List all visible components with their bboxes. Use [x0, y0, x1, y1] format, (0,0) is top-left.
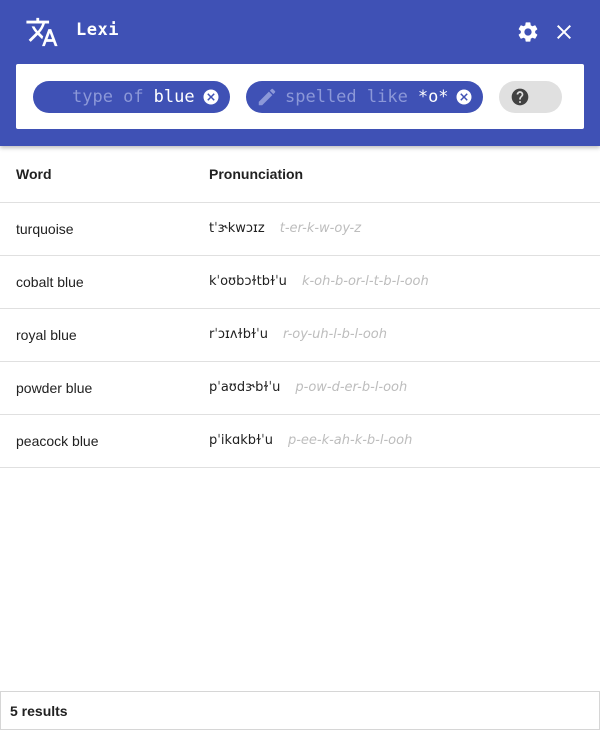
pronunciation-cell: tˈɝkwɔɪz t-er-k-w-oy-z [209, 221, 361, 236]
lexi-app: Lexi type of blue spelled like *o* Word … [0, 0, 600, 730]
word-cell: cobalt blue [16, 274, 84, 290]
results-table-body: turquoise tˈɝkwɔɪz t-er-k-w-oy-z cobalt … [0, 203, 600, 468]
word-cell: royal blue [16, 327, 77, 343]
ipa-text: pˈikɑkbɫˈu [209, 433, 273, 448]
ipa-text: tˈɝkwɔɪz [209, 221, 265, 236]
gear-icon [518, 22, 538, 42]
respelling-text: t-er-k-w-oy-z [279, 221, 362, 236]
table-row[interactable]: royal blue rˈɔɪʌɫbɫˈu r-oy-uh-l-b-l-ooh [0, 309, 600, 362]
type-of-filter-chip[interactable]: type of blue [33, 81, 230, 113]
settings-button[interactable] [516, 20, 540, 44]
chip-value[interactable]: blue [154, 87, 195, 107]
spelled-like-filter-chip[interactable]: spelled like *o* [246, 81, 483, 113]
search-bar: type of blue spelled like *o* [16, 64, 584, 129]
word-cell: powder blue [16, 380, 93, 396]
word-cell: turquoise [16, 221, 74, 237]
clear-circle-icon[interactable] [202, 88, 220, 106]
pencil-icon [256, 86, 278, 108]
result-count: 5 results [10, 703, 68, 719]
pronunciation-cell: pˈikɑkbɫˈu p-ee-k-ah-k-b-l-ooh [209, 433, 412, 448]
app-title: Lexi [76, 20, 119, 40]
word-cell: peacock blue [16, 433, 99, 449]
respelling-text: p-ee-k-ah-k-b-l-ooh [287, 433, 413, 448]
ipa-text: rˈɔɪʌɫbɫˈu [209, 327, 268, 342]
chip-label: spelled like [285, 87, 408, 107]
help-chip[interactable] [499, 81, 562, 113]
close-icon [557, 25, 571, 39]
chip-label: type of [72, 87, 144, 107]
help-circle-icon[interactable] [510, 87, 530, 107]
table-row[interactable]: turquoise tˈɝkwɔɪz t-er-k-w-oy-z [0, 203, 600, 256]
pronunciation-cell: rˈɔɪʌɫbɫˈu r-oy-uh-l-b-l-ooh [209, 327, 387, 342]
pronunciation-cell: pˈaʊdɝbɫˈu p-ow-d-er-b-l-ooh [209, 380, 407, 395]
close-button[interactable] [552, 20, 576, 44]
respelling-text: r-oy-uh-l-b-l-ooh [282, 327, 388, 342]
results-table-header: Word Pronunciation [0, 146, 600, 203]
column-header-word[interactable]: Word [16, 166, 52, 182]
respelling-text: p-ow-d-er-b-l-ooh [295, 380, 408, 395]
chip-value[interactable]: *o* [418, 87, 449, 107]
ipa-text: kˈoʊbɔɫtbɫˈu [209, 274, 287, 289]
table-row[interactable]: cobalt blue kˈoʊbɔɫtbɫˈu k-oh-b-or-l-t-b… [0, 256, 600, 309]
pronunciation-cell: kˈoʊbɔɫtbɫˈu k-oh-b-or-l-t-b-l-ooh [209, 274, 429, 289]
clear-circle-icon[interactable] [455, 88, 473, 106]
ipa-text: pˈaʊdɝbɫˈu [209, 380, 281, 395]
table-row[interactable]: powder blue pˈaʊdɝbɫˈu p-ow-d-er-b-l-ooh [0, 362, 600, 415]
app-header: Lexi type of blue spelled like *o* [0, 0, 600, 146]
translate-icon [26, 17, 58, 47]
column-header-pronunciation[interactable]: Pronunciation [209, 166, 303, 182]
table-row[interactable]: peacock blue pˈikɑkbɫˈu p-ee-k-ah-k-b-l-… [0, 415, 600, 468]
status-bar: 5 results [0, 691, 600, 730]
respelling-text: k-oh-b-or-l-t-b-l-ooh [301, 274, 429, 289]
